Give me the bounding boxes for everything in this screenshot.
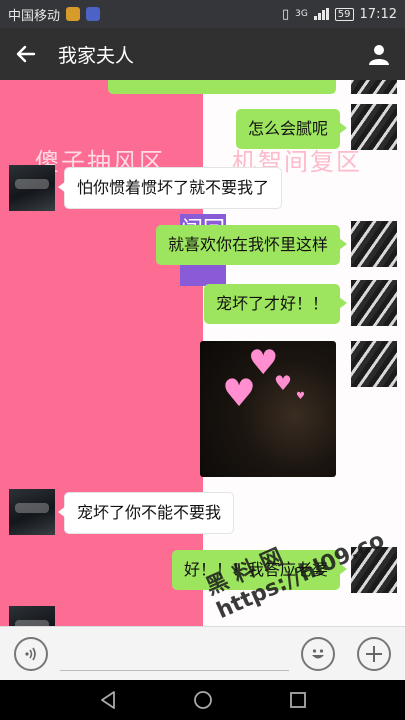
input-bar: [0, 626, 405, 680]
contact-avatar[interactable]: [9, 489, 55, 535]
heart-sticker: ♥: [222, 371, 257, 415]
nav-home-icon[interactable]: [192, 689, 214, 711]
chat-info-button[interactable]: [353, 28, 405, 80]
arrow-left-icon: [16, 45, 36, 63]
gallery-notification-icon: [86, 7, 101, 21]
chat-title: 我家夫人: [58, 44, 135, 67]
message-bubble-outgoing[interactable]: 怎么会腻呢: [235, 109, 348, 149]
signal-icon: [313, 8, 329, 20]
input-actions: [301, 636, 391, 671]
heart-sticker: ♥: [274, 371, 292, 395]
more-button[interactable]: [357, 636, 391, 671]
heart-sticker: ♥: [296, 391, 305, 402]
emoji-button[interactable]: [301, 636, 335, 671]
app-notification-icon: [66, 7, 81, 21]
nav-recents-icon[interactable]: [287, 689, 309, 711]
voice-icon: [25, 647, 36, 660]
chat-header: 我家夫人: [0, 28, 405, 80]
network-type: 3G: [295, 9, 308, 19]
my-avatar[interactable]: [351, 221, 397, 267]
message-image[interactable]: ♥ ♥ ♥ ♥: [200, 341, 336, 477]
system-nav-bar: [0, 680, 405, 720]
vibrate-icon: ▯: [281, 6, 290, 22]
my-avatar[interactable]: [351, 341, 397, 387]
message-bubble-incoming[interactable]: 宠坏了你不能不要我: [57, 492, 235, 534]
battery-icon: 59: [334, 7, 354, 21]
message-input[interactable]: [60, 637, 289, 671]
clock: 17:12: [359, 6, 397, 22]
message-bubble-incoming[interactable]: 怕你惯着惯坏了就不要我了: [57, 167, 283, 209]
status-bar: 中国移动 ▯ 3G 59 17:12: [0, 0, 405, 28]
plus-icon: [366, 645, 382, 662]
contact-avatar[interactable]: [9, 606, 55, 626]
message-bubble-outgoing[interactable]: [108, 80, 336, 94]
contact-avatar[interactable]: [9, 165, 55, 211]
carrier-name: 中国移动: [8, 8, 61, 24]
message-bubble-outgoing[interactable]: 宠坏了才好！！: [203, 284, 348, 324]
my-avatar[interactable]: [351, 104, 397, 150]
my-avatar[interactable]: [351, 80, 397, 94]
voice-button[interactable]: [14, 636, 48, 671]
my-avatar[interactable]: [351, 280, 397, 326]
status-left: 中国移动: [8, 5, 101, 24]
person-icon: [369, 45, 389, 65]
status-right: ▯ 3G 59 17:12: [282, 7, 397, 22]
back-button[interactable]: [0, 28, 52, 80]
emoji-icon: [312, 648, 324, 658]
nav-back-icon[interactable]: [97, 689, 119, 711]
message-bubble-outgoing[interactable]: 就喜欢你在我怀里这样: [155, 225, 348, 265]
